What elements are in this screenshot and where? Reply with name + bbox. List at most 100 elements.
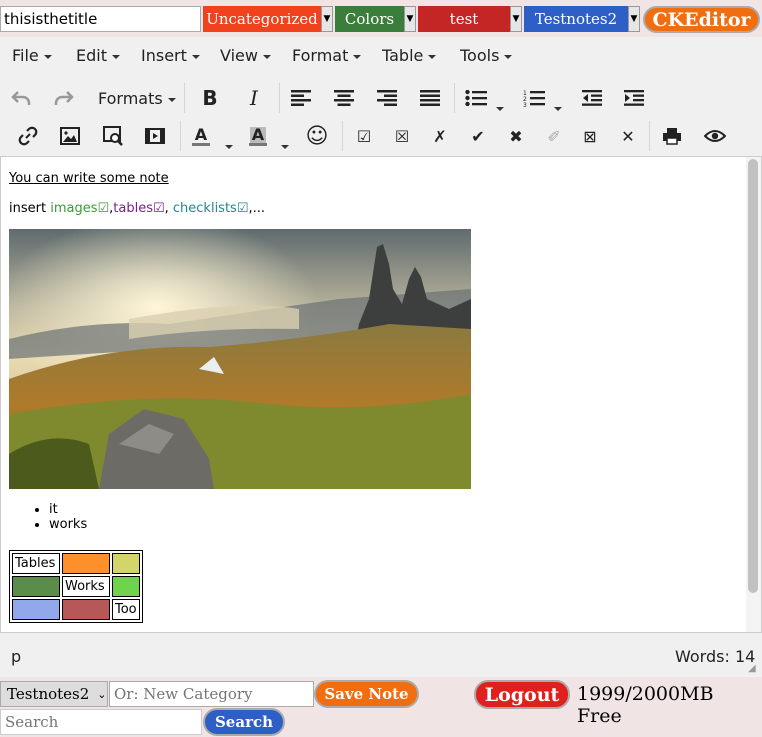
chevron-down-icon[interactable]: ▼ <box>628 6 640 32</box>
search-input[interactable] <box>0 709 202 735</box>
print-icon[interactable] <box>657 121 687 151</box>
menu-view-label: View <box>220 46 258 65</box>
category-select[interactable]: Testnotes2 ⌄ <box>0 681 108 707</box>
align-center-icon[interactable] <box>329 83 359 113</box>
table-cell[interactable]: Works <box>62 576 110 597</box>
formats-label: Formats <box>98 89 163 108</box>
table-cell[interactable] <box>112 576 140 597</box>
toolbar-separator <box>454 83 455 113</box>
video-icon[interactable] <box>140 121 170 151</box>
menu-insert[interactable]: Insert <box>141 46 200 65</box>
background-color-icon[interactable]: A <box>243 121 273 151</box>
chevron-down-icon: ⌄ <box>97 687 107 701</box>
table-cell[interactable]: Too <box>112 599 140 620</box>
align-right-icon[interactable] <box>372 83 402 113</box>
align-justify-icon[interactable] <box>415 83 445 113</box>
element-path[interactable]: p <box>11 647 21 666</box>
tables-link: tables☑ <box>113 201 165 216</box>
menu-edit[interactable]: Edit <box>76 46 120 65</box>
table-cell[interactable] <box>12 599 60 620</box>
bullet-list: it works <box>1 502 87 532</box>
landscape-image[interactable] <box>9 229 471 489</box>
list-item: it <box>49 502 87 517</box>
heavy-cross-icon[interactable]: ✖ <box>501 121 531 151</box>
caret-down-icon[interactable] <box>554 96 562 115</box>
check-icon[interactable]: ✔ <box>463 121 493 151</box>
caret-down-icon <box>428 54 437 59</box>
cross-icon[interactable]: ✗ <box>425 121 455 151</box>
emoticon-icon[interactable]: ☺ <box>302 121 332 151</box>
menu-tools-label: Tools <box>460 46 500 65</box>
caret-down-icon <box>504 54 513 59</box>
caret-down-icon <box>43 54 52 59</box>
checkbox-checked-icon[interactable]: ☑ <box>349 121 379 151</box>
line2-prefix: insert <box>9 201 51 216</box>
menu-table[interactable]: Table <box>382 46 437 65</box>
image-icon[interactable] <box>55 121 85 151</box>
caret-down-icon[interactable] <box>225 134 233 153</box>
logout-button[interactable]: Logout <box>474 680 570 709</box>
boxed-x-icon[interactable]: ⊠ <box>575 121 605 151</box>
category-tab-colors[interactable]: Colors <box>335 6 404 32</box>
table-cell[interactable] <box>112 553 140 574</box>
italic-icon[interactable]: I <box>239 83 269 113</box>
note-line-2: insert images☑,tables☑, checklists☑,... <box>9 201 265 216</box>
light-check-icon[interactable]: ✐ <box>539 121 569 151</box>
word-count: Words: 14 <box>675 647 756 666</box>
undo-icon[interactable] <box>6 83 36 113</box>
table-cell[interactable] <box>62 553 110 574</box>
images-link: images☑ <box>50 201 110 216</box>
line2-suffix: ,... <box>248 201 266 216</box>
ckeditor-button[interactable]: CKEditor <box>643 6 760 33</box>
chevron-down-icon[interactable]: ▼ <box>321 6 333 32</box>
resize-handle-icon[interactable]: ◢ <box>748 663 756 674</box>
svg-text:3: 3 <box>523 102 527 107</box>
caret-down-icon[interactable] <box>281 134 289 153</box>
toolbar-separator <box>649 121 650 151</box>
caret-down-icon[interactable] <box>496 96 504 115</box>
menu-file-label: File <box>12 46 39 65</box>
table-row: Works <box>12 576 140 597</box>
toolbar-separator <box>180 121 181 151</box>
preview-icon[interactable] <box>700 121 730 151</box>
menu-view[interactable]: View <box>220 46 271 65</box>
note-title-input[interactable] <box>0 6 201 32</box>
bold-icon[interactable]: B <box>195 83 225 113</box>
menu-format[interactable]: Format <box>292 46 362 65</box>
category-tab-testnotes2[interactable]: Testnotes2 <box>524 6 628 32</box>
redo-icon[interactable] <box>49 83 79 113</box>
align-left-icon[interactable] <box>286 83 316 113</box>
category-tab-uncategorized[interactable]: Uncategorized <box>203 6 321 32</box>
category-select-value: Testnotes2 <box>7 685 90 703</box>
save-note-button[interactable]: Save Note <box>314 680 419 708</box>
table-cell[interactable]: Tables <box>12 553 60 574</box>
caret-down-icon <box>167 97 176 102</box>
chevron-down-icon[interactable]: ▼ <box>404 6 416 32</box>
note-heading: You can write some note <box>9 171 169 186</box>
new-category-input[interactable] <box>109 681 314 707</box>
table-cell[interactable] <box>62 599 110 620</box>
editor-content[interactable]: You can write some note insert images☑,t… <box>1 157 746 632</box>
outdent-icon[interactable] <box>577 83 607 113</box>
table-cell[interactable] <box>12 576 60 597</box>
menu-format-label: Format <box>292 46 349 65</box>
menubar: File Edit Insert View Format Table Tools <box>0 37 762 73</box>
link-icon[interactable] <box>13 121 43 151</box>
menu-tools[interactable]: Tools <box>460 46 513 65</box>
text-color-icon[interactable]: A <box>186 121 216 151</box>
bullet-list-icon[interactable] <box>461 83 491 113</box>
indent-icon[interactable] <box>619 83 649 113</box>
chevron-down-icon[interactable]: ▼ <box>510 6 522 32</box>
checkbox-crossed-icon[interactable]: ☒ <box>387 121 417 151</box>
menu-table-label: Table <box>382 46 424 65</box>
numbered-list-icon[interactable]: 123 <box>519 83 549 113</box>
close-icon[interactable]: ✕ <box>613 121 643 151</box>
scrollbar-thumb[interactable] <box>748 159 758 593</box>
category-tab-test[interactable]: test <box>418 6 510 32</box>
search-button[interactable]: Search <box>203 708 285 736</box>
formats-dropdown[interactable]: Formats <box>98 89 176 108</box>
menu-file[interactable]: File <box>12 46 52 65</box>
color-table[interactable]: Tables Works Too <box>9 550 143 623</box>
media-search-icon[interactable] <box>98 121 128 151</box>
statusbar: p Words: 14 ◢ <box>0 632 762 677</box>
